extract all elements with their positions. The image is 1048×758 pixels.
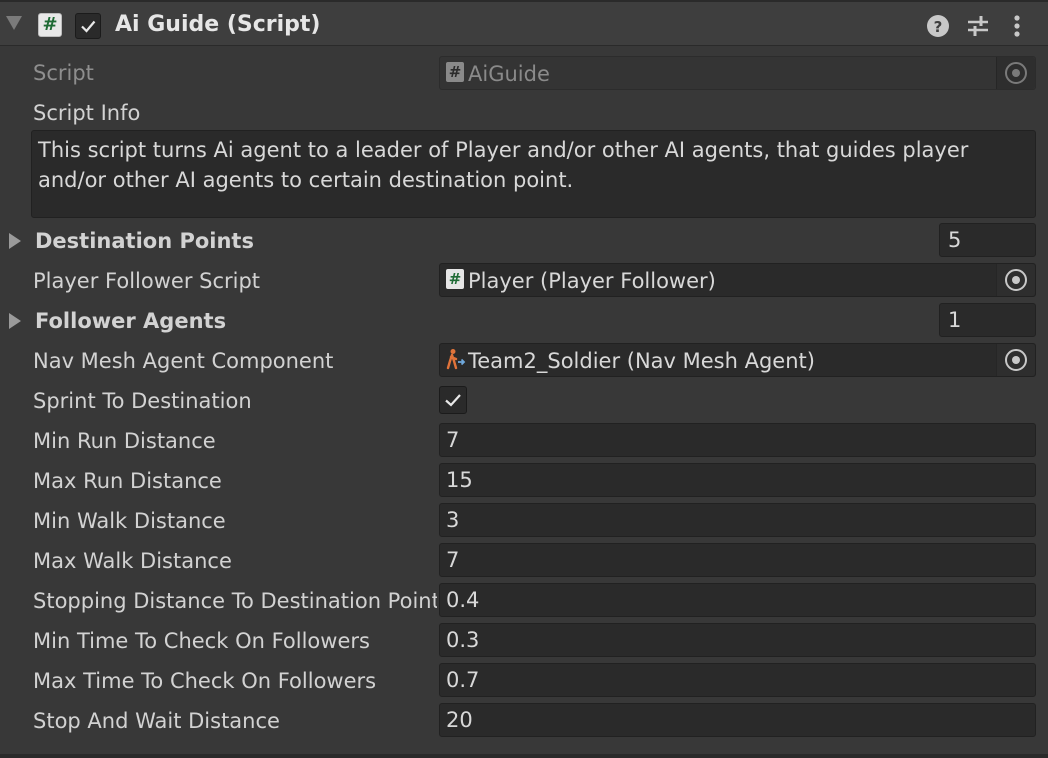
min-walk-distance-label: Min Walk Distance (33, 509, 226, 533)
stop-and-wait-distance-field[interactable]: 20 (439, 703, 1036, 737)
player-follower-script-label: Player Follower Script (33, 269, 261, 293)
destination-points-size-field[interactable]: 5 (939, 223, 1036, 257)
script-hash-icon: # (38, 13, 62, 37)
sprint-to-destination-checkbox[interactable] (439, 386, 467, 414)
max-walk-distance-label: Max Walk Distance (33, 549, 232, 573)
player-follower-script-field[interactable]: # Player (Player Follower) (439, 263, 1036, 297)
script-value: AiGuide (468, 62, 550, 86)
stopping-distance-label: Stopping Distance To Destination Point (33, 589, 437, 613)
destination-points-label[interactable]: Destination Points (35, 226, 254, 256)
presets-sliders-icon[interactable] (965, 13, 991, 39)
script-info-label: Script Info (33, 101, 141, 125)
svg-text:?: ? (934, 18, 943, 36)
destination-points-foldout-icon[interactable] (9, 233, 21, 249)
object-picker-icon[interactable] (996, 344, 1035, 376)
min-run-distance-field[interactable]: 7 (439, 423, 1036, 457)
player-follower-script-value: Player (Player Follower) (468, 269, 716, 293)
component-enabled-checkbox[interactable] (75, 13, 101, 39)
min-run-distance-label: Min Run Distance (33, 429, 216, 453)
triangle-down-icon[interactable] (6, 16, 22, 30)
navmesh-agent-icon (446, 349, 466, 370)
nav-mesh-agent-component-value: Team2_Soldier (Nav Mesh Agent) (468, 349, 815, 373)
script-label: Script (33, 61, 94, 85)
min-time-check-field[interactable]: 0.3 (439, 623, 1036, 657)
sprint-to-destination-label: Sprint To Destination (33, 389, 252, 413)
min-walk-distance-field[interactable]: 3 (439, 503, 1036, 537)
component-title: Ai Guide (Script) (115, 12, 321, 37)
follower-agents-foldout-icon[interactable] (9, 313, 21, 329)
max-walk-distance-field[interactable]: 7 (439, 543, 1036, 577)
follower-agents-label[interactable]: Follower Agents (35, 306, 226, 336)
kebab-menu-icon[interactable] (1004, 13, 1030, 39)
object-picker-icon[interactable] (996, 264, 1035, 296)
max-run-distance-field[interactable]: 15 (439, 463, 1036, 497)
divider (0, 754, 1048, 758)
max-time-check-label: Max Time To Check On Followers (33, 669, 377, 693)
nav-mesh-agent-component-label: Nav Mesh Agent Component (33, 349, 334, 373)
stop-and-wait-distance-label: Stop And Wait Distance (33, 709, 280, 733)
follower-agents-size-field[interactable]: 1 (939, 303, 1036, 337)
min-time-check-label: Min Time To Check On Followers (33, 629, 370, 653)
stopping-distance-field[interactable]: 0.4 (439, 583, 1036, 617)
max-run-distance-label: Max Run Distance (33, 469, 222, 493)
script-hash-icon: # (446, 269, 464, 289)
object-picker-icon (996, 57, 1035, 89)
max-time-check-field[interactable]: 0.7 (439, 663, 1036, 697)
script-info-textarea[interactable]: This script turns Ai agent to a leader o… (31, 130, 1036, 218)
nav-mesh-agent-component-field[interactable]: Team2_Soldier (Nav Mesh Agent) (439, 343, 1036, 377)
component-header[interactable]: # Ai Guide (Script) ? (0, 0, 1048, 46)
help-icon[interactable]: ? (925, 13, 951, 39)
script-hash-icon: # (446, 62, 464, 82)
script-object-field: # AiGuide (439, 56, 1036, 90)
